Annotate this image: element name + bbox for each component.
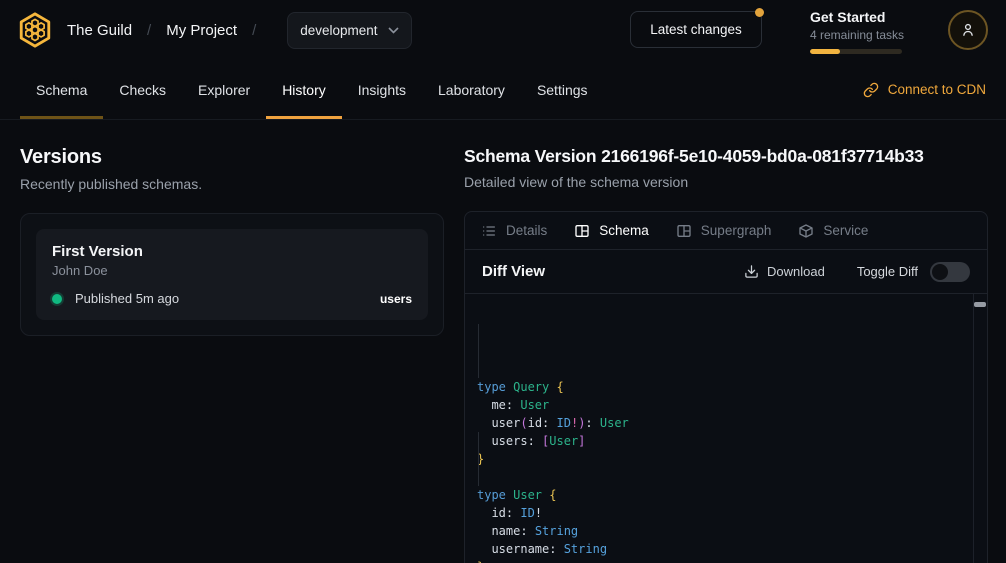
tab-supergraph-label: Supergraph [701, 223, 772, 238]
progress-fill [810, 49, 840, 54]
tab-explorer[interactable]: Explorer [182, 60, 266, 119]
versions-title: Versions [20, 146, 444, 169]
user-avatar[interactable] [948, 10, 988, 50]
download-label: Download [767, 264, 825, 279]
tab-settings[interactable]: Settings [521, 60, 604, 119]
tab-schema-detail[interactable]: Schema [574, 223, 649, 239]
top-header: The Guild / My Project / development Lat… [0, 0, 1006, 60]
tab-details[interactable]: Details [481, 223, 547, 239]
tab-history[interactable]: History [266, 60, 342, 119]
schema-detail-card: Details Schema Supergraph [464, 211, 988, 563]
service-badge: users [380, 292, 412, 306]
toggle-diff-switch[interactable] [930, 262, 970, 282]
panels-icon [676, 223, 692, 239]
list-icon [481, 223, 497, 239]
version-title: First Version [52, 243, 412, 260]
diff-view-title: Diff View [482, 263, 545, 280]
connect-to-cdn-button[interactable]: Connect to CDN [863, 82, 986, 98]
versions-list-card: First Version John Doe Published 5m ago … [20, 213, 444, 336]
scrollbar-thumb[interactable] [974, 302, 986, 307]
version-meta-row: Published 5m ago users [52, 291, 412, 306]
get-started-widget[interactable]: Get Started 4 remaining tasks [810, 9, 902, 54]
project-name[interactable]: My Project [166, 22, 237, 39]
tab-checks[interactable]: Checks [103, 60, 182, 119]
org-name[interactable]: The Guild [67, 22, 132, 39]
code-block: type Query { me: User user(id: ID!): Use… [477, 378, 963, 563]
panels-icon [574, 223, 590, 239]
tab-laboratory[interactable]: Laboratory [422, 60, 521, 119]
cube-icon [798, 223, 814, 239]
indent-guide [478, 432, 479, 486]
tab-insights[interactable]: Insights [342, 60, 422, 119]
published-status-dot [52, 294, 62, 304]
scrollbar-track [973, 294, 974, 563]
download-button[interactable]: Download [738, 263, 831, 280]
hive-logo-icon[interactable] [16, 11, 54, 49]
get-started-progress-track [810, 49, 902, 54]
latest-changes-label: Latest changes [650, 22, 742, 37]
switch-knob [932, 264, 948, 280]
get-started-subtitle: 4 remaining tasks [810, 28, 902, 42]
tab-schema-detail-label: Schema [599, 223, 649, 238]
tab-service[interactable]: Service [798, 223, 868, 239]
diff-view-toolbar: Diff View Download Toggle Diff [465, 250, 987, 294]
schema-version-title: Schema Version 2166196f-5e10-4059-bd0a-0… [464, 146, 988, 167]
diff-actions: Download Toggle Diff [738, 262, 970, 282]
link-icon [863, 82, 879, 98]
main-content: Versions Recently published schemas. Fir… [0, 120, 1006, 563]
latest-changes-button[interactable]: Latest changes [630, 11, 762, 48]
published-status-text: Published 5m ago [75, 291, 179, 306]
tab-schema[interactable]: Schema [20, 60, 103, 119]
breadcrumb-separator: / [147, 22, 151, 39]
tab-details-label: Details [506, 223, 547, 238]
version-list-item[interactable]: First Version John Doe Published 5m ago … [36, 229, 428, 320]
user-icon [959, 21, 977, 39]
notification-dot [755, 8, 764, 17]
chevron-down-icon [388, 27, 399, 34]
environment-select[interactable]: development [287, 12, 411, 49]
version-author: John Doe [52, 263, 412, 278]
tab-service-label: Service [823, 223, 868, 238]
versions-panel: Versions Recently published schemas. Fir… [0, 120, 464, 563]
indent-guide [478, 324, 479, 378]
schema-version-subtitle: Detailed view of the schema version [464, 174, 988, 190]
connect-to-cdn-label: Connect to CDN [888, 82, 986, 97]
project-nav: Schema Checks Explorer History Insights … [0, 60, 1006, 120]
versions-subtitle: Recently published schemas. [20, 176, 444, 192]
download-icon [744, 264, 759, 279]
toggle-diff-group: Toggle Diff [857, 262, 970, 282]
detail-tabstrip: Details Schema Supergraph [465, 212, 987, 250]
environment-value: development [300, 23, 377, 38]
tab-supergraph[interactable]: Supergraph [676, 223, 772, 239]
get-started-title: Get Started [810, 9, 902, 25]
version-detail-panel: Schema Version 2166196f-5e10-4059-bd0a-0… [464, 120, 1006, 563]
toggle-diff-label: Toggle Diff [857, 264, 918, 279]
breadcrumb-separator: / [252, 22, 256, 39]
schema-code-viewer[interactable]: type Query { me: User user(id: ID!): Use… [465, 294, 987, 563]
